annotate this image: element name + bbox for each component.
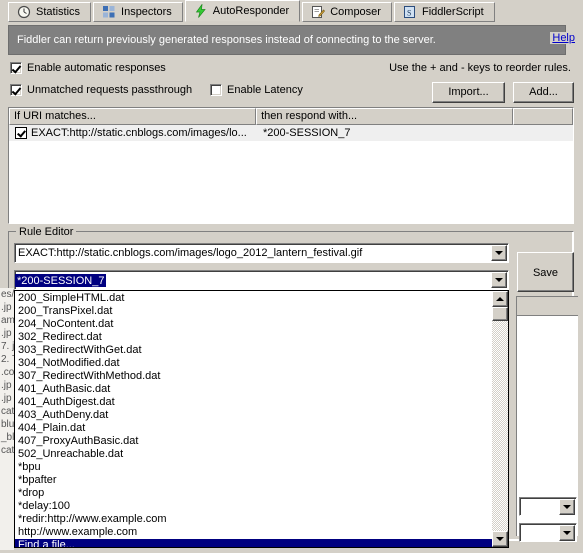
dropdown-scrollbar[interactable] (492, 291, 508, 547)
list-item[interactable]: *delay:100 (15, 500, 492, 513)
import-button[interactable]: Import... (432, 82, 505, 103)
list-item[interactable]: 401_AuthBasic.dat (15, 383, 492, 396)
scroll-down-button[interactable] (492, 531, 508, 547)
unmatched-requests-passthrough-row[interactable]: Unmatched requests passthrough (10, 84, 192, 96)
enable-automatic-responses-row[interactable]: Enable automatic responses (10, 62, 166, 74)
tab-label: Composer (330, 6, 381, 18)
scrollbar-thumb[interactable] (492, 307, 508, 321)
rules-list-header: If URI matches... then respond with... (9, 108, 573, 125)
clock-icon (17, 5, 31, 19)
leak-line: .jp (1, 328, 12, 339)
autoresponder-window: Statistics Inspectors AutoResponder Comp… (0, 0, 583, 553)
list-item[interactable]: 407_ProxyAuthBasic.dat (15, 435, 492, 448)
tab-label: FiddlerScript (421, 6, 484, 18)
enable-latency-row[interactable]: Enable Latency (210, 84, 303, 96)
info-bar: Fiddler can return previously generated … (8, 25, 566, 55)
lightning-icon (194, 3, 208, 18)
list-item[interactable]: http://www.example.com (15, 526, 492, 539)
list-item[interactable]: 307_RedirectWithMethod.dat (15, 370, 492, 383)
save-button[interactable]: Save (517, 252, 574, 292)
rule-respond-cell: *200-SESSION_7 (263, 127, 351, 139)
help-link[interactable]: Help (550, 32, 577, 44)
leak-line: .jp (1, 393, 12, 404)
rule-match-value: EXACT:http://static.cnblogs.com/images/l… (18, 247, 363, 259)
leak-line: cat (1, 406, 14, 417)
enable-automatic-responses-label: Enable automatic responses (27, 62, 166, 74)
chevron-down-icon[interactable] (559, 524, 575, 541)
list-item[interactable]: *bpafter (15, 474, 492, 487)
leak-line: blu (1, 419, 14, 430)
rule-editor-title: Rule Editor (16, 226, 77, 238)
leak-line: .cor (1, 367, 14, 378)
tab-autoresponder[interactable]: AutoResponder (184, 0, 301, 22)
background-panel-toolbar (517, 297, 578, 316)
leak-line: cat (1, 445, 14, 456)
tab-statistics[interactable]: Statistics (8, 2, 92, 22)
table-row[interactable]: EXACT:http://static.cnblogs.com/images/l… (9, 125, 573, 141)
tab-fiddlerscript[interactable]: S FiddlerScript (393, 2, 495, 22)
chevron-down-icon[interactable] (491, 272, 507, 288)
info-bar-message: Fiddler can return previously generated … (17, 34, 436, 46)
tab-label: AutoResponder (212, 5, 290, 17)
list-item[interactable]: *drop (15, 487, 492, 500)
rule-respond-combo[interactable]: *200-SESSION_7 (14, 270, 509, 290)
leak-line: .jp (1, 380, 12, 391)
enable-automatic-responses-checkbox[interactable] (10, 62, 22, 74)
rules-list[interactable]: If URI matches... then respond with... E… (8, 107, 574, 224)
chevron-down-icon[interactable] (491, 245, 507, 261)
rule-match-combo[interactable]: EXACT:http://static.cnblogs.com/images/l… (14, 243, 509, 263)
leak-line: es/ (1, 289, 14, 300)
scroll-up-button[interactable] (492, 291, 508, 307)
list-item[interactable]: 200_SimpleHTML.dat (15, 292, 492, 305)
leak-line: am (1, 315, 14, 326)
list-item-selected[interactable]: Find a file... (15, 539, 492, 547)
background-window-sliver: es/ .jp am .jp 7. ji 2. T .cor .jp .jp c… (0, 288, 14, 550)
unmatched-requests-passthrough-label: Unmatched requests passthrough (27, 84, 193, 96)
tab-label: Statistics (36, 6, 81, 18)
compose-icon (311, 5, 326, 19)
column-header-uri[interactable]: If URI matches... (9, 108, 257, 125)
respond-dropdown-list[interactable]: 200_SimpleHTML.dat 200_TransPixel.dat 20… (14, 290, 509, 548)
tab-composer[interactable]: Composer (302, 2, 392, 22)
script-icon: S (403, 5, 417, 19)
list-item[interactable]: 403_AuthDeny.dat (15, 409, 492, 422)
background-combo-bottom[interactable] (519, 523, 577, 542)
leak-line: _blo (1, 432, 14, 443)
rule-enabled-checkbox[interactable] (15, 127, 27, 139)
rule-respond-value: *200-SESSION_7 (15, 273, 107, 287)
enable-latency-label: Enable Latency (227, 84, 303, 96)
enable-latency-checkbox[interactable] (210, 84, 222, 96)
list-item[interactable]: 304_NotModified.dat (15, 357, 492, 370)
leak-line: .jp (1, 302, 12, 313)
inspectors-icon (102, 5, 116, 19)
svg-text:S: S (407, 9, 411, 18)
list-item[interactable]: 302_Redirect.dat (15, 331, 492, 344)
add-button[interactable]: Add... (513, 82, 574, 103)
dropdown-items: 200_SimpleHTML.dat 200_TransPixel.dat 20… (15, 291, 492, 547)
main-tabstrip: Statistics Inspectors AutoResponder Comp… (0, 0, 583, 22)
help-link-wrapper: Help (550, 32, 577, 44)
list-item[interactable]: 502_Unreachable.dat (15, 448, 492, 461)
list-item[interactable]: *redir:http://www.example.com (15, 513, 492, 526)
scrollbar-track[interactable] (492, 307, 508, 531)
leak-line: 2. T (1, 354, 14, 365)
list-item[interactable]: 200_TransPixel.dat (15, 305, 492, 318)
background-combo-top[interactable] (519, 497, 577, 516)
rule-match-cell: EXACT:http://static.cnblogs.com/images/l… (31, 127, 247, 139)
list-item[interactable]: 401_AuthDigest.dat (15, 396, 492, 409)
list-item[interactable]: 204_NoContent.dat (15, 318, 492, 331)
list-item[interactable]: 404_Plain.dat (15, 422, 492, 435)
reorder-rules-hint: Use the + and - keys to reorder rules. (389, 62, 571, 74)
column-header-extra[interactable] (513, 108, 573, 125)
list-item[interactable]: *bpu (15, 461, 492, 474)
list-item[interactable]: 303_RedirectWithGet.dat (15, 344, 492, 357)
unmatched-requests-passthrough-checkbox[interactable] (10, 84, 22, 96)
leak-line: 7. ji (1, 341, 14, 352)
tab-label: Inspectors (121, 6, 172, 18)
tab-inspectors[interactable]: Inspectors (93, 2, 183, 22)
column-header-respond[interactable]: then respond with... (256, 108, 514, 125)
chevron-down-icon[interactable] (559, 498, 575, 515)
